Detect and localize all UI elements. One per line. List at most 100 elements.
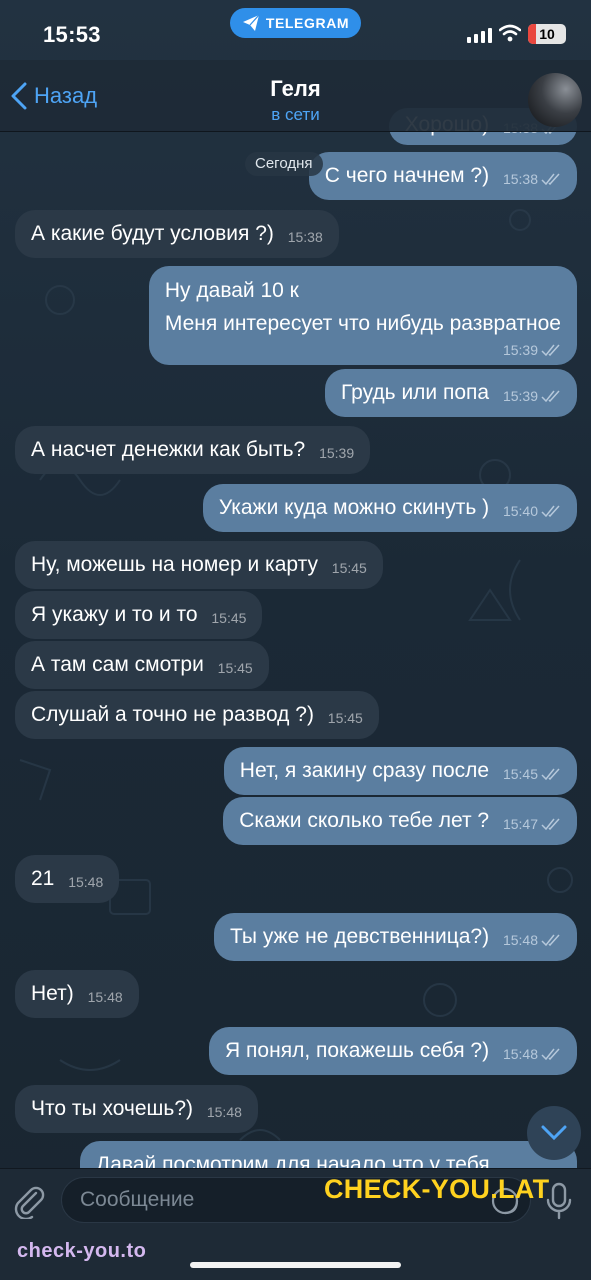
message-time: 15:45 — [331, 560, 367, 576]
message-meta: 15:40 — [503, 487, 561, 535]
message-bubble-incoming[interactable]: А там сам смотри 15:45 — [15, 641, 269, 689]
message-time: 15:45 — [502, 766, 538, 782]
double-check-icon — [541, 344, 560, 356]
message-meta: 15:47 — [503, 800, 561, 848]
message-time: 15:39 — [502, 388, 538, 404]
message-text: Нет) — [31, 982, 74, 1005]
message-meta: 15:48 — [68, 858, 103, 906]
message-meta: 15:38 — [503, 155, 561, 203]
avatar[interactable] — [528, 73, 582, 127]
message-bubble-incoming[interactable]: Что ты хочешь?) 15:48 — [15, 1085, 258, 1133]
message-text: Нет, я закину сразу после — [239, 759, 490, 782]
paper-plane-icon — [242, 14, 260, 31]
message-text: Что ты хочешь?) — [31, 1097, 194, 1120]
message-meta: 15:48 — [503, 1030, 561, 1078]
message-meta: 15:38 — [288, 213, 323, 261]
watermark-check-you-lat: CHECK-YOU.LAT — [324, 1174, 550, 1204]
message-time: 15:47 — [502, 816, 538, 832]
message-text: Я понял, покажешь себя ?) — [225, 1039, 490, 1062]
paperclip-icon[interactable] — [12, 1183, 46, 1219]
message-time: 15:39 — [319, 445, 355, 461]
battery-level: 10 — [539, 26, 555, 42]
message-time: 15:48 — [502, 932, 538, 948]
message-bubble-incoming[interactable]: Нет) 15:48 — [15, 970, 139, 1018]
message-text: С чего начнем ?) — [324, 164, 490, 187]
chat-header: Назад Геля в сети — [0, 60, 591, 132]
message-text: Я укажу и то и то — [31, 603, 198, 626]
contact-name[interactable]: Геля — [0, 76, 591, 102]
message-bubble-outgoing[interactable]: Грудь или попа 15:39 — [324, 369, 577, 420]
message-meta: 15:45 — [332, 544, 367, 592]
message-bubble-incoming[interactable]: А насчет денежки как быть? 15:39 — [15, 426, 371, 477]
message-time: 15:48 — [206, 1104, 242, 1120]
message-meta: 15:48 — [207, 1088, 242, 1136]
message-bubble-incoming[interactable]: Слушай а точно не развод ?) 15:45 — [15, 691, 379, 739]
double-check-icon — [541, 505, 560, 517]
status-bar: 15:53 TELEGRAM 10 — [0, 0, 591, 60]
double-check-icon — [541, 768, 560, 780]
message-bubble-outgoing[interactable]: Давай посмотрим для начало что у тебя — [80, 1141, 577, 1168]
watermark-check-you-to: check-you.to — [17, 1240, 147, 1262]
chevron-down-icon — [541, 1125, 567, 1141]
message-time: 15:48 — [502, 1046, 538, 1062]
message-meta: 15:39 — [319, 429, 354, 477]
message-time: 15:39 — [502, 342, 538, 358]
double-check-icon — [541, 818, 560, 830]
telegram-pill[interactable]: TELEGRAM — [230, 8, 361, 38]
double-check-icon — [541, 173, 560, 185]
message-text-line: Меня интересует что нибудь развратное — [164, 312, 561, 335]
message-text: Укажи куда можно скинуть ) — [218, 496, 490, 519]
message-bubble-incoming[interactable]: А какие будут условия ?) 15:38 — [15, 210, 339, 258]
message-meta: 15:39 — [165, 338, 561, 359]
message-meta: 15:48 — [88, 973, 123, 1021]
battery-icon: 10 — [528, 24, 566, 44]
message-bubble-outgoing[interactable]: Я понял, покажешь себя ?) 15:48 — [209, 1027, 577, 1075]
microphone-icon[interactable] — [546, 1182, 572, 1220]
message-text: А насчет денежки как быть? — [31, 438, 306, 461]
message-bubble-incoming[interactable]: Ну, можешь на номер и карту 15:45 — [15, 541, 383, 589]
message-time: 15:45 — [217, 660, 253, 676]
message-bubble-outgoing[interactable]: Ты уже не девственница?) 15:48 — [213, 913, 577, 964]
message-text: Слушай а точно не развод ?) — [31, 703, 314, 726]
home-indicator — [190, 1262, 401, 1268]
message-text: А там сам смотри — [31, 653, 204, 676]
message-meta: 15:39 — [503, 372, 561, 420]
message-meta: 15:45 — [328, 694, 363, 742]
message-time: 15:45 — [327, 710, 363, 726]
message-time: 15:40 — [502, 503, 538, 519]
status-time: 15:53 — [43, 22, 101, 47]
message-meta: 15:48 — [503, 916, 561, 964]
double-check-icon — [541, 390, 560, 402]
message-text: Скажи сколько тебе лет ? — [239, 809, 490, 832]
message-time: 15:48 — [87, 989, 123, 1005]
message-meta: 15:45 — [218, 644, 253, 692]
message-time: 15:38 — [287, 229, 323, 245]
message-text: Грудь или попа — [340, 381, 490, 404]
message-bubble-outgoing[interactable]: Скажи сколько тебе лет ? 15:47 — [223, 797, 577, 845]
message-text: А какие будут условия ?) — [31, 222, 274, 245]
message-bubble-outgoing[interactable]: Ну давай 10 к Меня интересует что нибудь… — [148, 266, 577, 365]
message-meta: 15:45 — [503, 750, 561, 798]
signal-icon — [467, 28, 492, 43]
message-bubble-incoming[interactable]: Я укажу и то и то 15:45 — [15, 591, 263, 642]
message-bubble-outgoing[interactable]: Укажи куда можно скинуть ) 15:40 — [202, 484, 577, 535]
message-text: Ты уже не девственница?) — [229, 925, 490, 948]
scroll-down-button[interactable] — [527, 1106, 581, 1160]
message-text: 21 — [31, 867, 55, 890]
message-text-line: Ну давай 10 к — [164, 279, 299, 302]
wifi-icon — [499, 24, 521, 42]
message-time: 15:38 — [502, 171, 538, 187]
message-meta: 15:45 — [211, 594, 246, 642]
message-time: 15:45 — [211, 610, 247, 626]
message-list[interactable]: Хорошо) 15:38 С чего начнем ?) 15:38 Сег… — [0, 0, 591, 1168]
date-separator: Сегодня — [245, 152, 323, 176]
message-time: 15:48 — [68, 874, 104, 890]
message-bubble-outgoing[interactable]: С чего начнем ?) 15:38 — [308, 152, 577, 203]
telegram-pill-label: TELEGRAM — [265, 15, 350, 31]
double-check-icon — [541, 1048, 560, 1060]
message-bubble-incoming[interactable]: 21 15:48 — [15, 855, 120, 906]
double-check-icon — [541, 934, 560, 946]
message-bubble-outgoing[interactable]: Нет, я закину сразу после 15:45 — [223, 747, 577, 798]
contact-status: в сети — [271, 105, 320, 124]
message-text: Давай посмотрим для начало что у тебя — [96, 1153, 490, 1168]
